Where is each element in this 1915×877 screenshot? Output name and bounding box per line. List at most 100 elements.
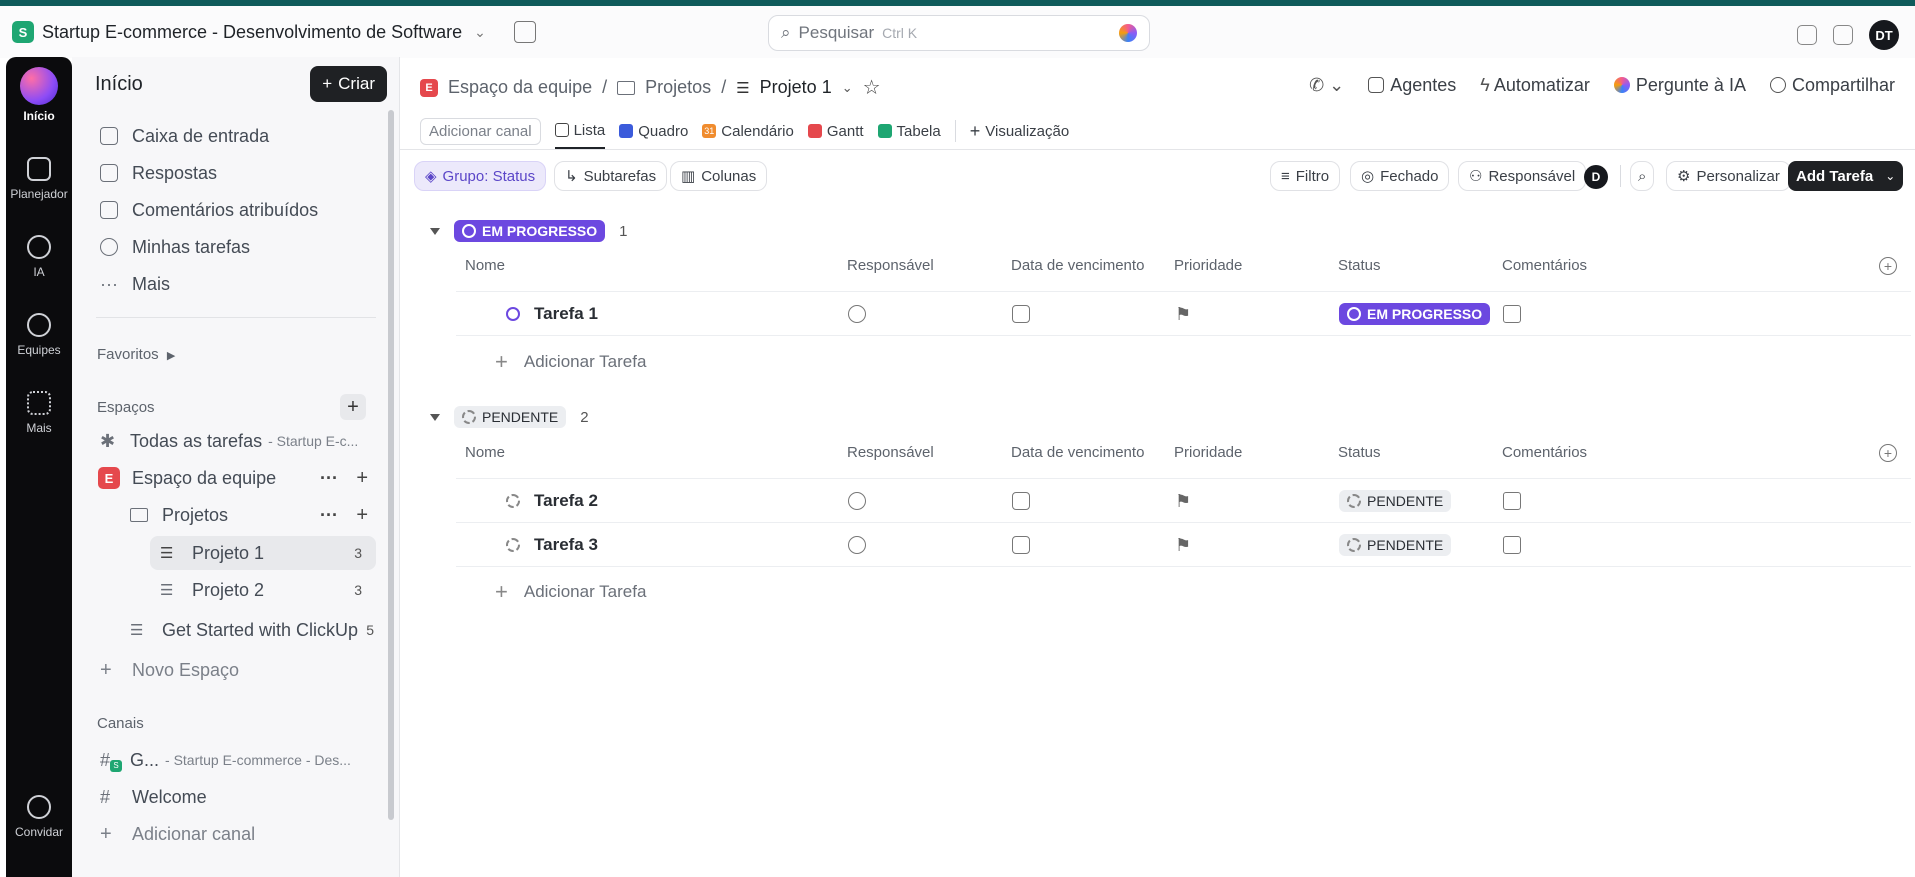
- assign-user-icon[interactable]: [848, 523, 866, 567]
- tab-calendar[interactable]: 31 Calendário: [702, 113, 794, 149]
- column-header-priority[interactable]: Prioridade: [1174, 444, 1242, 461]
- sidebar-item-my-tasks[interactable]: Minhas tarefas: [100, 230, 410, 264]
- sidebar-item-inbox[interactable]: Caixa de entrada: [100, 119, 410, 153]
- assign-user-icon[interactable]: [848, 479, 866, 523]
- rail-item-home[interactable]: Início: [6, 67, 72, 123]
- filter-button[interactable]: ≡ Filtro: [1270, 161, 1341, 191]
- column-header-comments[interactable]: Comentários: [1502, 257, 1587, 274]
- automate-button[interactable]: ϟ Automatizar: [1480, 75, 1590, 96]
- column-header-name[interactable]: Nome: [465, 257, 505, 274]
- calendar-add-icon[interactable]: [1012, 479, 1030, 523]
- sidebar-item-project-2[interactable]: ☰ Projeto 2 3: [150, 573, 376, 607]
- status-badge[interactable]: PENDENTE: [1339, 523, 1452, 567]
- calendar-icon[interactable]: [513, 21, 536, 43]
- star-icon[interactable]: ☆: [863, 75, 881, 100]
- sidebar-item-channel-welcome[interactable]: # Welcome: [100, 780, 410, 814]
- breadcrumb-current[interactable]: Projeto 1: [760, 77, 832, 98]
- add-task-row[interactable]: + Adicionar Tarefa: [495, 349, 646, 375]
- flag-icon[interactable]: ⚑: [1175, 523, 1191, 567]
- chevron-down-icon[interactable]: ⌄: [842, 80, 853, 96]
- call-icon[interactable]: ✆ ⌄: [1309, 75, 1344, 96]
- column-header-due-date[interactable]: Data de vencimento: [1011, 257, 1144, 274]
- task-name[interactable]: Tarefa 3: [534, 523, 598, 567]
- add-task-button[interactable]: Add Tarefa ⌄: [1788, 161, 1904, 191]
- flag-icon[interactable]: ⚑: [1175, 479, 1191, 523]
- ellipsis-icon[interactable]: ···: [320, 505, 338, 526]
- columns-button[interactable]: ▥ Colunas: [670, 161, 768, 191]
- avatar[interactable]: D: [1584, 165, 1608, 189]
- tab-list[interactable]: Lista: [554, 113, 606, 149]
- add-space-button[interactable]: +: [340, 394, 366, 420]
- tab-gantt[interactable]: Gantt: [807, 113, 864, 149]
- rail-item-planner[interactable]: Planejador: [6, 157, 72, 201]
- task-name[interactable]: Tarefa 1: [534, 292, 598, 336]
- calendar-add-icon[interactable]: [1012, 292, 1030, 336]
- column-header-priority[interactable]: Prioridade: [1174, 257, 1242, 274]
- collapse-caret-icon[interactable]: [430, 413, 440, 421]
- comment-icon[interactable]: [1503, 292, 1521, 336]
- collapse-caret-icon[interactable]: [430, 227, 440, 235]
- rail-item-teams[interactable]: Equipes: [6, 313, 72, 357]
- plus-icon[interactable]: +: [356, 504, 368, 527]
- breadcrumb-space[interactable]: Espaço da equipe: [448, 77, 592, 98]
- group-by-button[interactable]: ◈ Grupo: Status: [414, 161, 547, 191]
- column-header-assignee[interactable]: Responsável: [847, 257, 934, 274]
- comment-icon[interactable]: [1503, 479, 1521, 523]
- flag-icon[interactable]: ⚑: [1175, 292, 1191, 336]
- add-view-button[interactable]: + Visualização: [970, 113, 1069, 149]
- add-channel-button[interactable]: + Adicionar canal: [100, 817, 410, 851]
- sidebar-item-team-space[interactable]: E Espaço da equipe ··· +: [98, 461, 374, 495]
- column-header-status[interactable]: Status: [1338, 444, 1381, 461]
- status-badge[interactable]: PENDENTE: [1339, 479, 1452, 523]
- sidebar-item-get-started[interactable]: ☰ Get Started with ClickUp 5: [130, 613, 374, 647]
- column-header-comments[interactable]: Comentários: [1502, 444, 1587, 461]
- closed-button[interactable]: ◎ Fechado: [1350, 161, 1450, 191]
- sidebar-scrollbar[interactable]: [388, 110, 394, 820]
- customize-button[interactable]: ⚙ Personalizar: [1666, 161, 1791, 191]
- rail-item-more[interactable]: Mais: [6, 391, 72, 435]
- ask-ai-button[interactable]: Pergunte à IA: [1613, 75, 1746, 96]
- pending-icon[interactable]: [506, 479, 520, 523]
- table-row[interactable]: Tarefa 1 ⚑ EM PROGRESSO: [456, 291, 1911, 335]
- sidebar-item-project-1[interactable]: ☰ Projeto 1 3: [150, 536, 376, 570]
- table-row[interactable]: Tarefa 3 ⚑ PENDENTE: [456, 522, 1911, 566]
- column-header-name[interactable]: Nome: [465, 444, 505, 461]
- task-name[interactable]: Tarefa 2: [534, 479, 598, 523]
- share-button[interactable]: Compartilhar: [1769, 75, 1895, 96]
- status-badge[interactable]: EM PROGRESSO: [1339, 292, 1491, 336]
- pending-icon[interactable]: [506, 523, 520, 567]
- breadcrumb-folder[interactable]: Projetos: [645, 77, 711, 98]
- favorites-section[interactable]: Favoritos ▶: [97, 346, 175, 363]
- video-icon[interactable]: [1833, 25, 1853, 45]
- add-channel-chip[interactable]: Adicionar canal: [420, 117, 541, 145]
- sidebar-item-assigned-comments[interactable]: Comentários atribuídos: [100, 193, 410, 227]
- workspace-switcher[interactable]: S Startup E-commerce - Desenvolvimento d…: [12, 21, 486, 43]
- search-button[interactable]: ⌕: [1630, 161, 1655, 191]
- in-progress-icon[interactable]: [506, 292, 520, 336]
- add-column-button[interactable]: +: [1879, 257, 1897, 275]
- comment-icon[interactable]: [1503, 523, 1521, 567]
- sidebar-item-more[interactable]: ··· Mais: [100, 267, 410, 301]
- group-header-in-progress[interactable]: EM PROGRESSO 1: [430, 220, 627, 242]
- rail-item-invite[interactable]: Convidar: [6, 795, 72, 839]
- assign-user-icon[interactable]: [848, 292, 866, 336]
- column-header-due-date[interactable]: Data de vencimento: [1011, 444, 1144, 461]
- agents-button[interactable]: Agentes: [1368, 75, 1456, 96]
- assignee-button[interactable]: ⚇ Responsável: [1458, 161, 1587, 191]
- ellipsis-icon[interactable]: ···: [320, 468, 338, 489]
- column-header-status[interactable]: Status: [1338, 257, 1381, 274]
- table-row[interactable]: Tarefa 2 ⚑ PENDENTE: [456, 478, 1911, 522]
- ai-brain-icon[interactable]: [1119, 24, 1137, 42]
- column-header-assignee[interactable]: Responsável: [847, 444, 934, 461]
- new-space-button[interactable]: + Novo Espaço: [100, 653, 410, 687]
- search-input[interactable]: ⌕ Pesquisar Ctrl K: [768, 15, 1150, 51]
- tab-board[interactable]: Quadro: [619, 113, 688, 149]
- create-button[interactable]: + Criar: [310, 66, 387, 102]
- tab-table[interactable]: Tabela: [877, 113, 941, 149]
- calendar-add-icon[interactable]: [1012, 523, 1030, 567]
- group-header-pending[interactable]: PENDENTE 2: [430, 406, 589, 428]
- rail-item-ai[interactable]: IA: [6, 235, 72, 279]
- add-task-row[interactable]: + Adicionar Tarefa: [495, 579, 646, 605]
- sidebar-item-channel-general[interactable]: # S G... - Startup E-commerce - Des...: [100, 743, 410, 777]
- sidebar-item-replies[interactable]: Respostas: [100, 156, 410, 190]
